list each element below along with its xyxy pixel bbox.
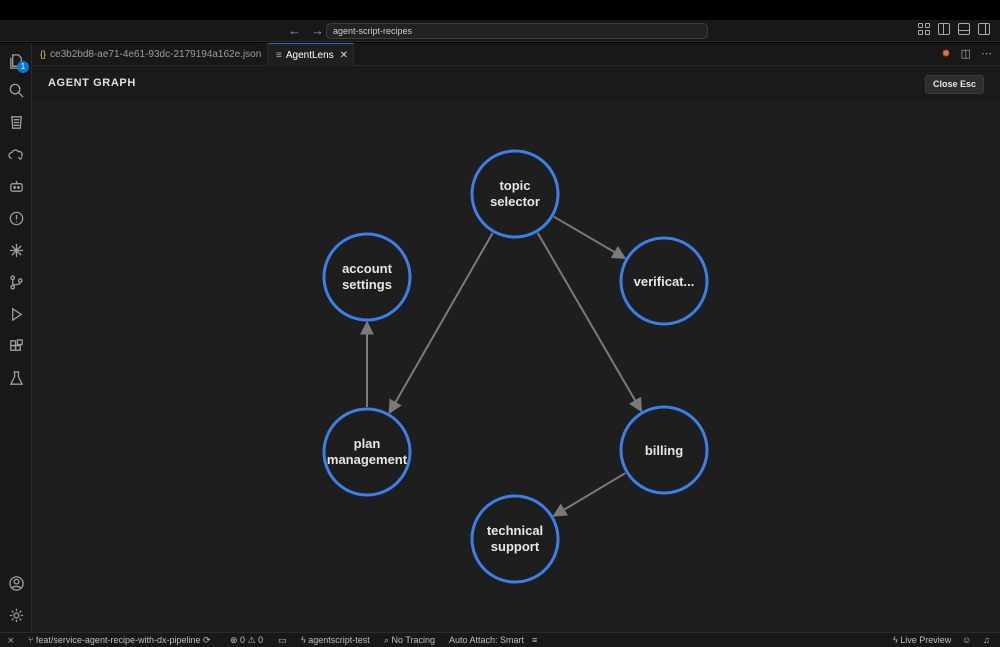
settings-gear-icon[interactable]: [6, 605, 26, 625]
error-count: 0: [240, 635, 246, 645]
extensions-icon[interactable]: [6, 336, 26, 356]
graph-node-account[interactable]: accountsettings: [322, 232, 412, 322]
split-editor-icon[interactable]: ◫: [961, 48, 971, 61]
tracing-label: No Tracing: [391, 635, 436, 645]
edge-billing-to-tech: [552, 472, 626, 517]
forward-arrow-icon[interactable]: →: [311, 23, 324, 39]
agent-graph-canvas: topicselector accountsettings verificat...…: [322, 149, 709, 584]
close-button[interactable]: Close Esc: [925, 75, 984, 94]
editor-tab-bar: {} ce3b2bd8-ae71-4e61-93dc-2179194a162e.j…: [32, 43, 1000, 81]
graph-node-verif[interactable]: verificat...: [619, 236, 709, 326]
tab-json-file[interactable]: {} ce3b2bd8-ae71-4e61-93dc-2179194a162e.j…: [32, 43, 268, 81]
tab-label: AgentLens: [285, 50, 334, 61]
branch-name: feat/service-agent-recipe-with-dx-pipeli…: [35, 635, 201, 645]
toggle-panel-icon[interactable]: [958, 23, 970, 35]
graph-nodes: topicselector accountsettings verificat...…: [322, 149, 709, 584]
customize-layout-icon[interactable]: [918, 23, 930, 35]
node-label: support: [491, 539, 540, 554]
activity-bar: 1: [0, 43, 32, 632]
graph-node-billing[interactable]: billing: [619, 405, 709, 495]
account-icon[interactable]: [6, 573, 26, 593]
toggle-primary-sidebar-icon[interactable]: [938, 23, 950, 35]
org-name: agentscript-test: [308, 635, 370, 645]
ports-icon[interactable]: ▭: [278, 633, 287, 647]
problems-alert-icon[interactable]: [6, 208, 26, 228]
tab-label: ce3b2bd8-ae71-4e61-93dc-2179194a162e.jso…: [50, 49, 262, 60]
starburst-icon[interactable]: [6, 240, 26, 260]
node-label: management: [327, 452, 408, 467]
editor-actions: ✸ ◫ ⋯: [941, 48, 992, 61]
title-bar: ← → agent-script-recipes: [0, 20, 1000, 42]
node-label: technical: [487, 523, 543, 538]
node-label: settings: [342, 277, 392, 292]
top-black-bar: [0, 0, 1000, 20]
tab-agentlens[interactable]: ≡ AgentLens ✕: [268, 43, 354, 66]
node-label: verificat...: [634, 274, 695, 289]
toggle-secondary-sidebar-icon[interactable]: [978, 23, 990, 35]
json-file-icon: {}: [40, 49, 47, 59]
more-actions-icon[interactable]: ⋯: [981, 48, 992, 61]
graph-node-plan[interactable]: planmanagement: [322, 407, 412, 497]
copilot-icon[interactable]: ☺: [962, 633, 971, 647]
graph-node-topic[interactable]: topicselector: [470, 149, 560, 239]
explorer-icon[interactable]: 1: [6, 51, 29, 73]
problems-status[interactable]: ⊗ 0 ⚠ 0: [230, 633, 263, 647]
graph-header: AGENT GRAPH Close Esc: [32, 66, 1000, 101]
run-debug-icon[interactable]: [6, 304, 26, 324]
node-label: topic: [499, 178, 530, 193]
agent-lens-panel: AGENT GRAPH Close Esc topic selector accou…: [32, 66, 1000, 632]
agentforce-star-icon[interactable]: ✸: [941, 48, 950, 61]
notifications-bell-icon[interactable]: ♫: [983, 633, 990, 647]
explorer-badge: 1: [17, 61, 29, 73]
warning-count: 0: [258, 635, 264, 645]
node-label: plan: [354, 436, 381, 451]
live-preview-status[interactable]: ϟ Live Preview: [893, 633, 951, 647]
layout-controls: [918, 23, 990, 35]
source-control-icon[interactable]: [6, 272, 26, 292]
branch-status[interactable]: ⑂ feat/service-agent-recipe-with-dx-pipe…: [28, 633, 211, 647]
node-label: selector: [490, 194, 540, 209]
menu-lines-icon[interactable]: ≡: [532, 633, 537, 647]
remote-indicator-icon[interactable]: ⨯: [7, 633, 15, 647]
node-label: account: [342, 261, 393, 276]
live-preview-label: Live Preview: [900, 635, 952, 645]
graph-node-tech[interactable]: technicalsupport: [470, 494, 560, 584]
agent-robot-icon[interactable]: [6, 176, 26, 196]
close-tab-icon[interactable]: ✕: [340, 50, 348, 61]
status-bar: ⨯ ⑂ feat/service-agent-recipe-with-dx-pi…: [0, 632, 1000, 647]
preview-lines-icon: ≡: [276, 50, 282, 61]
node-label: billing: [645, 443, 683, 458]
graph-title: AGENT GRAPH: [48, 77, 136, 89]
salesforce-cloud-icon[interactable]: [6, 144, 26, 164]
back-arrow-icon[interactable]: ←: [288, 23, 301, 39]
code-analyzer-icon[interactable]: [6, 112, 26, 132]
command-center-search[interactable]: agent-script-recipes: [326, 23, 708, 39]
edge-topic-to-verif: [553, 215, 627, 260]
search-icon[interactable]: [6, 80, 26, 100]
auto-attach-status[interactable]: Auto Attach: Smart: [449, 633, 524, 647]
org-status[interactable]: ϟ agentscript-test: [301, 633, 370, 647]
tracing-status[interactable]: ⌕ No Tracing: [384, 633, 435, 647]
nav-arrows: ← →: [288, 23, 324, 39]
testing-flask-icon[interactable]: [6, 368, 26, 388]
